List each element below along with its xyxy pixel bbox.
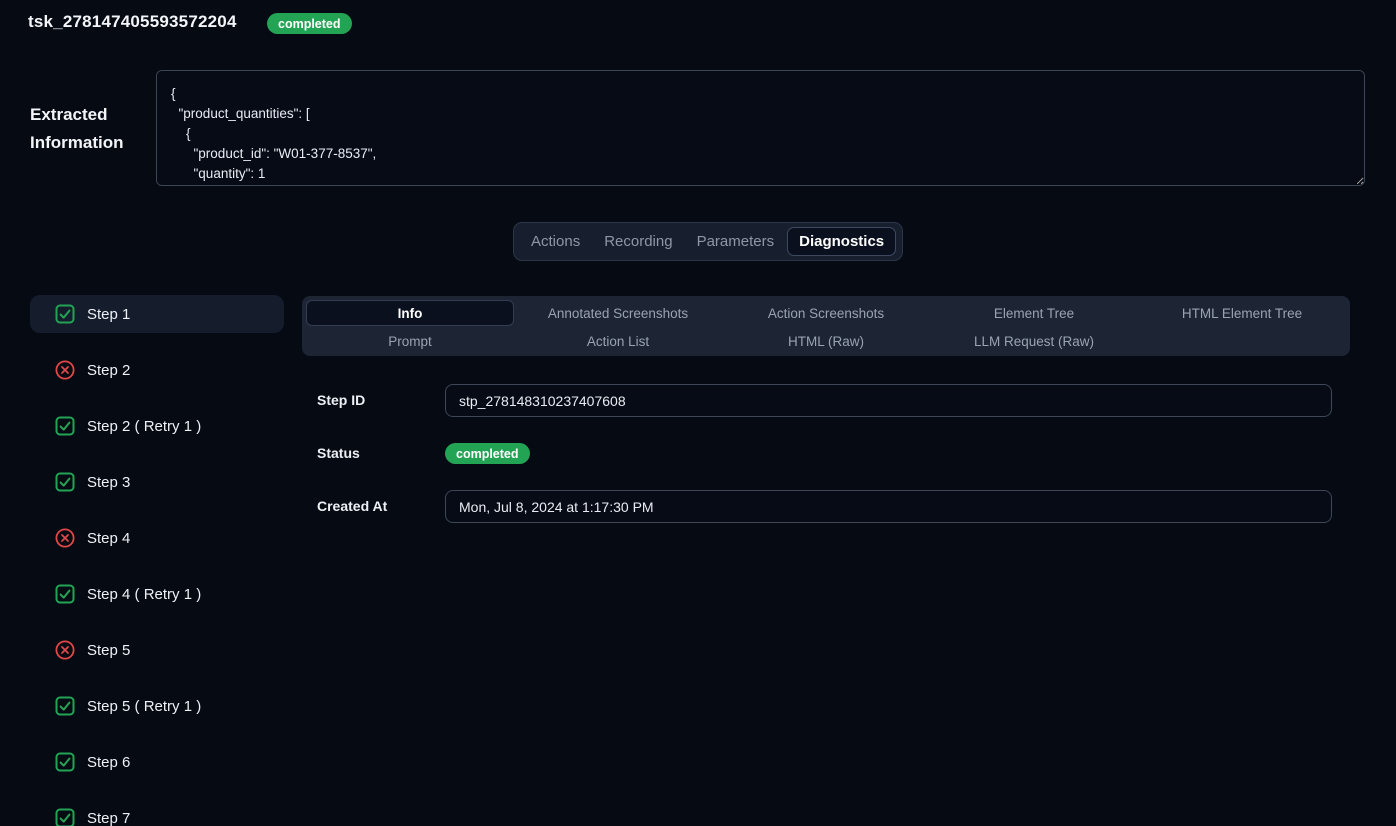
- sidebar-item-step-1[interactable]: Step 1: [30, 295, 284, 333]
- created-at-label: Created At: [317, 490, 387, 523]
- error-circle-icon: [55, 528, 75, 548]
- step-label: Step 5: [87, 642, 130, 659]
- subtab-html-element-tree[interactable]: HTML Element Tree: [1138, 300, 1346, 326]
- sidebar-item-step-5[interactable]: Step 5: [30, 631, 284, 669]
- tab-recording[interactable]: Recording: [593, 227, 683, 256]
- step-id-input[interactable]: [445, 384, 1332, 417]
- subtab-html-raw[interactable]: HTML (Raw): [722, 328, 930, 354]
- checkbox-checked-icon: [55, 416, 75, 436]
- checkbox-checked-icon: [55, 584, 75, 604]
- extracted-information-textarea[interactable]: { "product_quantities": [ { "product_id"…: [156, 70, 1365, 186]
- subtab-llm-request-raw[interactable]: LLM Request (Raw): [930, 328, 1138, 354]
- subtab-annotated-screenshots[interactable]: Annotated Screenshots: [514, 300, 722, 326]
- step-label: Step 1: [87, 306, 130, 323]
- sidebar-item-step-7[interactable]: Step 7: [30, 799, 284, 826]
- tab-actions[interactable]: Actions: [520, 227, 591, 256]
- step-label: Step 2: [87, 362, 130, 379]
- created-at-input[interactable]: [445, 490, 1332, 523]
- subtab-prompt[interactable]: Prompt: [306, 328, 514, 354]
- sidebar-item-step-4-retry-1[interactable]: Step 4 ( Retry 1 ): [30, 575, 284, 613]
- step-label: Step 7: [87, 810, 130, 826]
- tab-parameters[interactable]: Parameters: [686, 227, 786, 256]
- step-label: Step 4: [87, 530, 130, 547]
- sidebar-item-step-3[interactable]: Step 3: [30, 463, 284, 501]
- step-id-label: Step ID: [317, 384, 365, 417]
- checkbox-checked-icon: [55, 304, 75, 324]
- checkbox-checked-icon: [55, 752, 75, 772]
- page-title: tsk_278147405593572204: [28, 12, 237, 32]
- sidebar-item-step-5-retry-1[interactable]: Step 5 ( Retry 1 ): [30, 687, 284, 725]
- error-circle-icon: [55, 360, 75, 380]
- step-status-badge: completed: [445, 443, 530, 464]
- checkbox-checked-icon: [55, 472, 75, 492]
- checkbox-checked-icon: [55, 808, 75, 826]
- sidebar-item-step-2-retry-1[interactable]: Step 2 ( Retry 1 ): [30, 407, 284, 445]
- subtab-info[interactable]: Info: [306, 300, 514, 326]
- sidebar-item-step-4[interactable]: Step 4: [30, 519, 284, 557]
- step-label: Step 6: [87, 754, 130, 771]
- status-label: Status: [317, 437, 360, 470]
- step-label: Step 3: [87, 474, 130, 491]
- diagnostics-subtab-bar: Info Annotated Screenshots Action Screen…: [302, 296, 1350, 356]
- tab-diagnostics[interactable]: Diagnostics: [787, 227, 896, 256]
- subtab-action-screenshots[interactable]: Action Screenshots: [722, 300, 930, 326]
- checkbox-checked-icon: [55, 696, 75, 716]
- subtab-element-tree[interactable]: Element Tree: [930, 300, 1138, 326]
- sidebar-item-step-6[interactable]: Step 6: [30, 743, 284, 781]
- step-label: Step 4 ( Retry 1 ): [87, 586, 201, 603]
- step-label: Step 2 ( Retry 1 ): [87, 418, 201, 435]
- task-diagnostics-page: tsk_278147405593572204 completed Extract…: [0, 0, 1396, 826]
- sidebar-item-step-2[interactable]: Step 2: [30, 351, 284, 389]
- task-status-badge: completed: [267, 13, 352, 34]
- main-tab-bar: Actions Recording Parameters Diagnostics: [513, 222, 903, 261]
- subtab-action-list[interactable]: Action List: [514, 328, 722, 354]
- extracted-information-label: Extracted Information: [30, 101, 160, 157]
- error-circle-icon: [55, 640, 75, 660]
- step-label: Step 5 ( Retry 1 ): [87, 698, 201, 715]
